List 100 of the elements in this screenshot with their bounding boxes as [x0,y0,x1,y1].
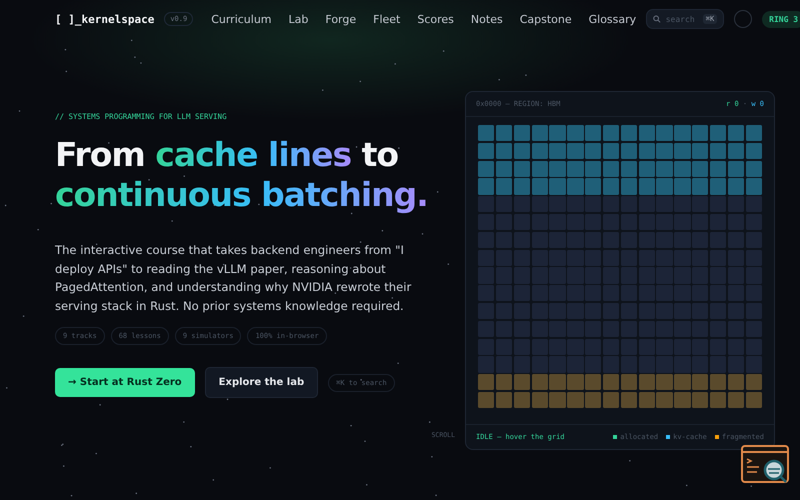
memory-cell[interactable] [602,214,620,230]
memory-cell[interactable] [656,160,673,177]
memory-cell[interactable] [514,356,530,373]
memory-cell[interactable] [549,285,566,302]
memory-cell[interactable] [746,267,762,284]
memory-cell[interactable] [549,374,566,390]
memory-cell[interactable] [638,232,655,248]
memory-cell[interactable] [746,338,762,355]
memory-cell[interactable] [567,196,584,212]
memory-cell[interactable] [728,178,744,195]
memory-cell[interactable] [567,392,584,408]
memory-cell[interactable] [710,285,726,302]
memory-cell[interactable] [620,178,638,195]
memory-cell[interactable] [602,250,620,266]
memory-cell[interactable] [620,250,638,266]
memory-cell[interactable] [620,356,638,373]
memory-cell[interactable] [549,178,566,195]
memory-cell[interactable] [567,374,584,390]
memory-cell[interactable] [692,160,708,177]
memory-cell[interactable] [620,125,638,142]
memory-cell[interactable] [710,142,726,160]
memory-cell[interactable] [567,160,584,177]
memory-cell[interactable] [746,178,762,195]
memory-cell[interactable] [478,178,494,195]
memory-cell[interactable] [710,160,726,177]
memory-cell[interactable] [532,338,548,355]
memory-cell[interactable] [674,374,691,390]
memory-cell[interactable] [602,142,620,160]
memory-cell[interactable] [496,320,512,338]
memory-cell[interactable] [478,267,494,284]
memory-cell[interactable] [638,320,655,338]
memory-cell[interactable] [710,267,726,284]
memory-cell[interactable] [514,374,530,390]
memory-cell[interactable] [532,232,548,248]
memory-cell[interactable] [514,267,530,284]
memory-cell[interactable] [710,374,726,390]
memory-cell[interactable] [549,356,566,373]
memory-cell[interactable] [585,338,602,355]
memory-cell[interactable] [567,125,584,142]
memory-cell[interactable] [514,214,530,230]
memory-cell[interactable] [620,232,638,248]
memory-cell[interactable] [710,320,726,338]
memory-cell[interactable] [478,196,494,212]
memory-cell[interactable] [638,285,655,302]
memory-cell[interactable] [514,250,530,266]
memory-cell[interactable] [710,392,726,408]
memory-cell[interactable] [674,338,691,355]
memory-cell[interactable] [567,338,584,355]
memory-cell[interactable] [674,178,691,195]
memory-cell[interactable] [620,142,638,160]
memory-cell[interactable] [585,214,602,230]
memory-cell[interactable] [496,178,512,195]
memory-cell[interactable] [478,160,494,177]
memory-cell[interactable] [496,267,512,284]
memory-cell[interactable] [602,125,620,142]
memory-cell[interactable] [585,178,602,195]
memory-cell[interactable] [478,232,494,248]
memory-cell[interactable] [514,285,530,302]
memory-cell[interactable] [728,142,744,160]
memory-cell[interactable] [674,392,691,408]
memory-cell[interactable] [656,214,673,230]
memory-cell[interactable] [532,196,548,212]
memory-cell[interactable] [602,302,620,320]
memory-cell[interactable] [478,250,494,266]
memory-cell[interactable] [514,320,530,338]
memory-cell[interactable] [638,374,655,390]
memory-cell[interactable] [656,320,673,338]
memory-cell[interactable] [549,214,566,230]
memory-cell[interactable] [674,196,691,212]
memory-cell[interactable] [620,196,638,212]
memory-cell[interactable] [692,178,708,195]
memory-cell[interactable] [549,392,566,408]
memory-cell[interactable] [728,196,744,212]
memory-cell[interactable] [674,160,691,177]
memory-cell[interactable] [602,232,620,248]
nav-link[interactable]: Notes [470,12,503,26]
memory-cell[interactable] [585,285,602,302]
memory-cell[interactable] [728,267,744,284]
memory-cell[interactable] [710,232,726,248]
memory-cell[interactable] [710,196,726,212]
memory-cell[interactable] [532,285,548,302]
memory-cell[interactable] [674,214,691,230]
memory-cell[interactable] [692,374,708,390]
memory-cell[interactable] [532,142,548,160]
memory-cell[interactable] [478,142,494,160]
memory-cell[interactable] [478,125,494,142]
memory-cell[interactable] [638,250,655,266]
memory-cell[interactable] [567,285,584,302]
memory-cell[interactable] [620,285,638,302]
memory-cell[interactable] [710,250,726,266]
memory-cell[interactable] [728,250,744,266]
theme-toggle[interactable] [734,10,752,28]
memory-cell[interactable] [549,267,566,284]
memory-cell[interactable] [656,285,673,302]
memory-cell[interactable] [567,320,584,338]
memory-cell[interactable] [746,196,762,212]
memory-cell[interactable] [585,232,602,248]
memory-cell[interactable] [549,320,566,338]
memory-cell[interactable] [532,178,548,195]
memory-cell[interactable] [478,374,494,390]
